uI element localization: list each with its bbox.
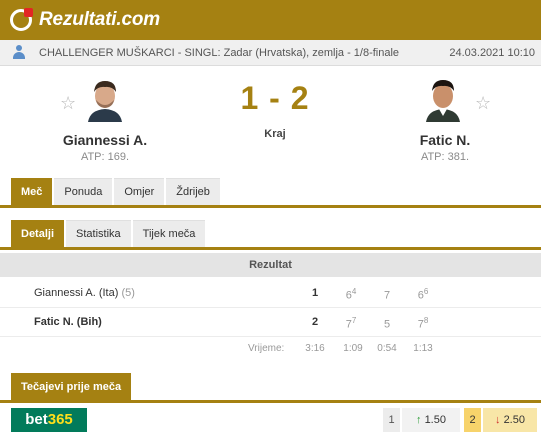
match-info-bar: CHALLENGER MUŠKARCI - SINGL: Zadar (Hrva… [0, 40, 541, 66]
tab-detalji[interactable]: Detalji [11, 220, 65, 247]
detail-tabs-underline [0, 247, 541, 250]
result-set-2: 7 [383, 289, 391, 302]
logo-icon [10, 8, 33, 31]
match-score: 1 - 2 [240, 80, 310, 116]
main-tabs: Meč Ponuda Omjer Ždrijeb [0, 178, 541, 205]
detail-tabs: Detalji Statistika Tijek meča [0, 220, 541, 247]
duration-set-1: 1:09 [343, 343, 363, 354]
odds-label-home: 1 [383, 408, 400, 432]
home-player-avatar[interactable] [82, 76, 128, 122]
home-player-rank: ATP: 169. [80, 151, 130, 163]
result-set-1: 64 [345, 287, 357, 302]
duration-set-2: 0:54 [377, 343, 397, 354]
bookmaker-row: bet365 1 ↑ 1.50 2 ↓ 2.50 [0, 405, 541, 435]
tab-tijek-meca[interactable]: Tijek meča [132, 220, 206, 247]
result-row-away: Fatic N. (Bih) 2 77 5 78 [0, 308, 541, 336]
result-set-3: 78 [417, 316, 429, 331]
logo-text: Rezultati.com [39, 9, 160, 30]
duration-total: 3:16 [305, 343, 325, 354]
match-datetime: 24.03.2021 10:10 [449, 47, 535, 59]
duration-label: Vrijeme: [248, 343, 285, 354]
tab-ponuda[interactable]: Ponuda [54, 178, 113, 205]
site-logo[interactable]: Rezultati.com [10, 7, 160, 33]
odds-up-arrow-icon: ↑ [416, 414, 422, 426]
away-player-name[interactable]: Fatic N. [385, 132, 505, 148]
odds-label-away: 2 [464, 408, 481, 432]
main-tabs-underline [0, 205, 541, 208]
result-sets-won: 2 [311, 316, 319, 328]
user-icon [12, 45, 26, 59]
duration-set-3: 1:13 [413, 343, 433, 354]
match-status: Kraj [264, 128, 286, 140]
favorite-star-icon-away[interactable]: ☆ [475, 94, 491, 112]
duration-row: Vrijeme: 3:16 1:09 0:54 1:13 [0, 340, 541, 358]
home-player-name[interactable]: Giannessi A. [45, 132, 165, 148]
odds-section-title: Tečajevi prije meča [11, 373, 132, 400]
odds-section-underline [0, 400, 541, 403]
row-divider [0, 336, 541, 337]
favorite-star-icon-home[interactable]: ☆ [60, 94, 76, 112]
tab-mec[interactable]: Meč [11, 178, 53, 205]
tab-omjer[interactable]: Omjer [114, 178, 165, 205]
results-header: Rezultat [0, 253, 541, 277]
result-set-1: 77 [345, 316, 357, 331]
bookmaker-logo[interactable]: bet365 [11, 408, 87, 432]
away-player-avatar[interactable] [420, 76, 466, 122]
odds-home-button[interactable]: ↑ 1.50 [402, 408, 460, 432]
away-player-rank: ATP: 381. [420, 151, 470, 163]
odds-away-button[interactable]: ↓ 2.50 [483, 408, 537, 432]
result-player-name[interactable]: Giannessi A. (Ita) (5) [34, 287, 135, 299]
result-set-3: 66 [417, 287, 429, 302]
odds-section-tabs: Tečajevi prije meča [0, 373, 541, 400]
odds-down-arrow-icon: ↓ [495, 414, 501, 426]
result-set-2: 5 [383, 318, 391, 331]
tournament-link[interactable]: CHALLENGER MUŠKARCI - SINGL: Zadar (Hrva… [39, 47, 399, 59]
result-sets-won: 1 [311, 287, 319, 299]
tab-zdrijeb[interactable]: Ždrijeb [166, 178, 220, 205]
top-bar: Rezultati.com [0, 0, 541, 40]
result-row-home: Giannessi A. (Ita) (5) 1 64 7 66 [0, 279, 541, 307]
tab-statistika[interactable]: Statistika [66, 220, 131, 247]
result-player-name[interactable]: Fatic N. (Bih) [34, 316, 102, 328]
